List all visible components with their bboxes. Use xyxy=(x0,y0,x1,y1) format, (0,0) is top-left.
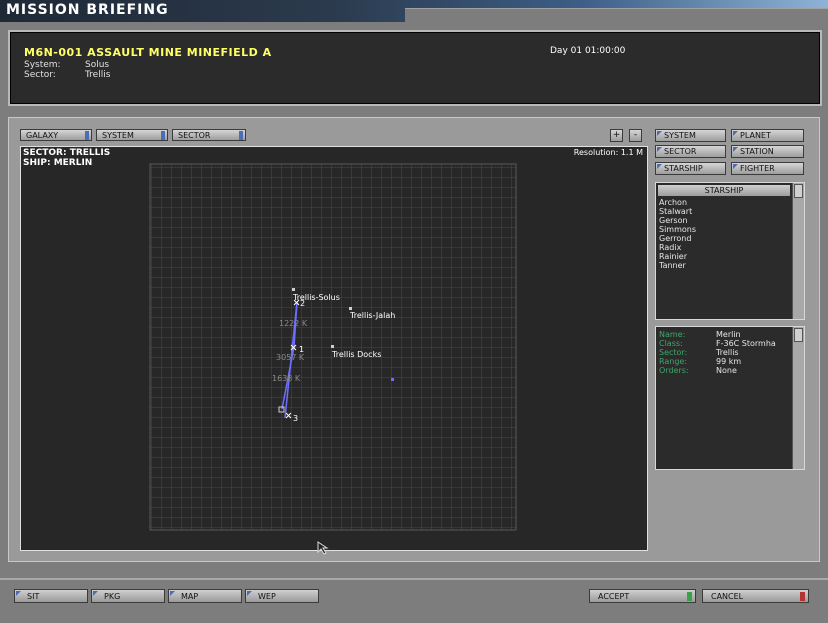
filter-starship[interactable]: STARSHIP xyxy=(655,162,726,175)
scroll-thumb[interactable] xyxy=(794,184,803,198)
tab-pkg-label: PKG xyxy=(104,592,121,601)
detail-range-label: Range: xyxy=(659,357,688,366)
tab-system-label: SYSTEM xyxy=(102,131,134,140)
detail-orders-label: Orders: xyxy=(659,366,689,375)
title-bar: MISSION BRIEFING xyxy=(0,0,828,23)
map-grid-canvas xyxy=(149,163,517,531)
tab-pkg[interactable]: PKG xyxy=(91,589,165,603)
tab-marker xyxy=(161,131,165,140)
list-item[interactable]: Rainier xyxy=(659,252,696,261)
filter-planet[interactable]: PLANET xyxy=(731,129,804,142)
detail-sector-value: Trellis xyxy=(716,348,739,357)
tab-galaxy[interactable]: GALAXY xyxy=(20,129,92,141)
starship-list-scrollbar[interactable] xyxy=(792,183,804,319)
tab-sector[interactable]: SECTOR xyxy=(172,129,246,141)
mission-time: Day 01 01:00:00 xyxy=(550,46,626,56)
mission-title: M6N-001 ASSAULT MINE MINEFIELD A xyxy=(24,46,272,59)
filter-fighter[interactable]: FIGHTER xyxy=(731,162,804,175)
tab-sit[interactable]: SIT xyxy=(14,589,88,603)
ship-details: Name: Merlin Class: F-36C Stormha Sector… xyxy=(655,326,805,470)
filter-planet-label: PLANET xyxy=(740,131,771,140)
tab-marker-icon xyxy=(170,591,175,596)
filter-marker-icon xyxy=(733,147,738,152)
list-item[interactable]: Tanner xyxy=(659,261,696,270)
window-title: MISSION BRIEFING xyxy=(6,2,169,18)
tab-system[interactable]: SYSTEM xyxy=(96,129,168,141)
accept-button[interactable]: ACCEPT xyxy=(589,589,696,603)
filter-starship-label: STARSHIP xyxy=(664,164,703,173)
filter-marker-icon xyxy=(657,131,662,136)
tab-wep[interactable]: WEP xyxy=(245,589,319,603)
location-marker xyxy=(349,307,352,310)
filter-station-label: STATION xyxy=(740,147,774,156)
tab-sit-label: SIT xyxy=(27,592,40,601)
filter-marker-icon xyxy=(657,164,662,169)
waypoint-label: 2 xyxy=(300,299,306,308)
filter-system-label: SYSTEM xyxy=(664,131,696,140)
system-value: Solus xyxy=(85,60,110,70)
filter-marker-icon xyxy=(733,131,738,136)
zoom-in-button[interactable]: + xyxy=(610,129,623,142)
tab-sector-label: SECTOR xyxy=(178,131,211,140)
tab-marker-icon xyxy=(93,591,98,596)
filter-station[interactable]: STATION xyxy=(731,145,804,158)
place-trellis-jalah: Trellis-Jalah xyxy=(350,311,396,320)
detail-name-label: Name: xyxy=(659,330,686,339)
starship-list: STARSHIP Archon Stalwart Gerson Simmons … xyxy=(655,182,805,320)
cancel-button[interactable]: CANCEL xyxy=(702,589,809,603)
location-marker xyxy=(292,288,295,291)
contact-marker xyxy=(391,378,394,381)
location-marker xyxy=(331,345,334,348)
detail-orders-value: None xyxy=(716,366,737,375)
starship-list-items: Archon Stalwart Gerson Simmons Gerrond R… xyxy=(659,198,696,270)
details-scrollbar[interactable] xyxy=(792,327,804,469)
tab-marker-icon xyxy=(16,591,21,596)
detail-class-label: Class: xyxy=(659,339,683,348)
filter-system[interactable]: SYSTEM xyxy=(655,129,726,142)
filter-fighter-label: FIGHTER xyxy=(740,164,775,173)
filter-sector-label: SECTOR xyxy=(664,147,697,156)
list-item[interactable]: Gerson xyxy=(659,216,696,225)
detail-name-value: Merlin xyxy=(716,330,741,339)
tab-marker-icon xyxy=(247,591,252,596)
tab-map-label: MAP xyxy=(181,592,199,601)
scroll-thumb[interactable] xyxy=(794,328,803,342)
tab-map[interactable]: MAP xyxy=(168,589,242,603)
list-item[interactable]: Stalwart xyxy=(659,207,696,216)
list-item[interactable]: Archon xyxy=(659,198,696,207)
cancel-led-icon xyxy=(800,592,805,601)
briefing-header: M6N-001 ASSAULT MINE MINEFIELD A System:… xyxy=(8,30,822,106)
cancel-label: CANCEL xyxy=(711,592,744,601)
sector-value: Trellis xyxy=(85,70,111,80)
accept-label: ACCEPT xyxy=(598,592,630,601)
list-item[interactable]: Gerrond xyxy=(659,234,696,243)
distance-label: 3057 K xyxy=(276,353,305,362)
detail-sector-label: Sector: xyxy=(659,348,688,357)
place-trellis-docks: Trellis Docks xyxy=(332,350,382,359)
starship-list-header: STARSHIP xyxy=(658,185,790,196)
tab-galaxy-label: GALAXY xyxy=(26,131,59,140)
list-item[interactable]: Simmons xyxy=(659,225,696,234)
mouse-cursor-icon xyxy=(317,541,329,555)
detail-class-value: F-36C Stormha xyxy=(716,339,776,348)
title-notch xyxy=(405,8,828,23)
system-label: System: xyxy=(24,60,61,70)
accept-led-icon xyxy=(687,592,692,601)
tab-marker xyxy=(239,131,243,140)
distance-label: 1222 K xyxy=(279,319,308,328)
detail-range-value: 99 km xyxy=(716,357,742,366)
sector-label: Sector: xyxy=(24,70,56,80)
list-item[interactable]: Radix xyxy=(659,243,696,252)
filter-marker-icon xyxy=(657,147,662,152)
distance-label: 1638 K xyxy=(272,374,301,383)
waypoint-label: 3 xyxy=(293,414,299,423)
filter-marker-icon xyxy=(733,164,738,169)
filter-sector[interactable]: SECTOR xyxy=(655,145,726,158)
zoom-out-button[interactable]: - xyxy=(629,129,642,142)
tab-marker xyxy=(85,131,89,140)
tab-wep-label: WEP xyxy=(258,592,276,601)
sector-map[interactable]: SECTOR: TRELLIS SHIP: MERLIN Resolution:… xyxy=(20,146,648,555)
